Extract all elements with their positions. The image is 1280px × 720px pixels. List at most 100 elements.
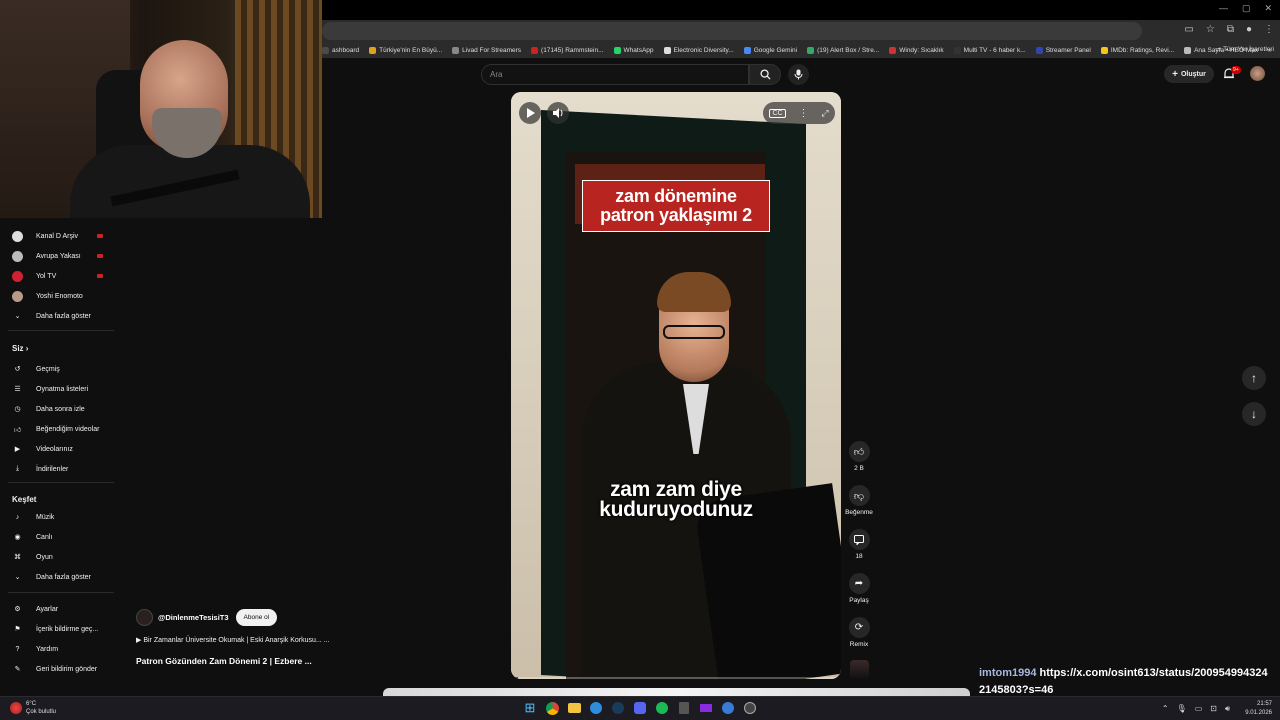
channel-avatar[interactable] [136,609,153,626]
bookmark-item[interactable]: Electronic Diversity... [663,46,734,54]
file-explorer-icon[interactable] [566,700,582,716]
sidebar-item[interactable]: Yol TV [0,267,118,285]
bookmark-item[interactable]: Google Gemini [743,46,797,54]
address-bar[interactable] [322,22,1142,40]
sidebar-item[interactable]: Yoshi Enomoto [0,287,118,305]
notification-badge: 9+ [1231,66,1241,74]
sidebar-item[interactable]: ⌄ Daha fazla göster [0,568,118,586]
display-icon[interactable]: ▭ [1195,704,1203,714]
sidebar-item[interactable]: ◷ Daha sonra izle [0,400,118,418]
sidebar-item[interactable]: ⚑ İçerik bildirme geç... [0,620,118,638]
sidebar-item[interactable]: ? Yardım [0,640,118,658]
bookmark-item[interactable]: Streamer Panel [1035,46,1091,54]
sidebar-item[interactable]: ☰ Oynatma listeleri [0,380,118,398]
bookmark-item[interactable]: Livad For Streamers [452,46,521,54]
bookmark-item[interactable]: (19) Alert Box / Stre... [807,46,879,54]
mute-button[interactable] [547,102,569,124]
subscribe-button[interactable]: Abone ol [235,609,278,626]
progress-bar[interactable] [511,677,841,679]
explore-section-heading[interactable]: Keşfet [12,495,36,504]
mic-icon[interactable]: 🎙︎ [1177,704,1187,714]
sidebar-item[interactable]: Avrupa Yakası [0,247,118,265]
search-button[interactable] [749,64,781,85]
steam-icon[interactable] [610,700,626,716]
search-input[interactable]: Ara [481,64,749,85]
bookmark-item[interactable]: Windy: Sıcaklık [889,46,944,54]
you-section-heading[interactable]: Siz › [12,344,28,353]
menu-icon[interactable]: ⋮ [1264,24,1274,35]
bookmark-item[interactable]: WhatsApp [613,46,654,54]
start-icon[interactable]: ⊞ [522,700,538,716]
bookmark-item[interactable]: IMDb: Ratings, Revi... [1100,46,1174,54]
weather-widget[interactable]: 6°C Çok bulutlu [10,700,56,716]
playlist-link[interactable]: ▶ Bir Zamanlar Üniversite Okumak | Eski … [136,636,330,644]
search-icon [759,69,771,80]
video-title[interactable]: Patron Gözünden Zam Dönemi 2 | Ezbere ..… [136,656,312,666]
app-icon[interactable] [720,700,736,716]
calculator-icon[interactable] [676,700,692,716]
sidebar-item[interactable]: Kanal D Arşiv [0,227,118,245]
app-icon[interactable] [742,700,758,716]
thumbs-up-icon: 👍︎ [853,446,865,458]
star-icon[interactable]: ☆ [1206,24,1215,35]
discord-icon[interactable] [632,700,648,716]
channel-avatar-icon [11,230,24,243]
edge-icon[interactable] [588,700,604,716]
sidebar-item[interactable]: ♪ Müzik [0,508,118,526]
close-button[interactable]: ✕ [1264,3,1272,14]
spotify-icon[interactable] [654,700,670,716]
minimize-button[interactable]: — [1219,3,1228,14]
captions-icon[interactable]: CC [769,108,786,118]
sound-thumbnail[interactable] [850,660,869,679]
sidebar-item[interactable]: ⤓ İndirilenler [0,460,118,478]
bookmark-item[interactable]: Multi TV - 6 haber k... [953,46,1026,54]
sidebar-item[interactable]: ⚙ Ayarlar [0,600,118,618]
more-options-icon[interactable]: ⋮ [798,108,808,119]
cast-icon[interactable]: ▭ [1184,24,1193,35]
flag-icon: ⚑ [14,626,21,633]
create-button[interactable]: + Oluştur [1164,65,1214,83]
sidebar-item[interactable]: 👍︎ Beğendiğim videolar [0,420,118,438]
sidebar-item[interactable]: ▶ Videolarınız [0,440,118,458]
sidebar-item[interactable]: ◉ Canlı [0,528,118,546]
previous-video-button[interactable]: ↑ [1242,366,1266,390]
create-label: Oluştur [1180,70,1206,78]
sidebar-item[interactable]: ↺ Geçmiş [0,360,118,378]
remix-button[interactable]: ⟳ Remix [844,617,874,648]
channel-avatar-icon [11,290,24,303]
comments-button[interactable]: 18 [844,529,874,560]
sidebar-item-label: Beğendiğim videolar [36,425,100,433]
network-icon[interactable]: ⊡ [1210,704,1217,714]
sidebar-item-label: Kanal D Arşiv [36,232,79,240]
bookmark-item[interactable]: Türkiye'nin En Büyü... [369,46,442,54]
sidebar-item[interactable]: ⌘ Oyun [0,548,118,566]
arrow-down-icon: ↓ [1251,407,1257,421]
clock[interactable]: 21:57 9.01.2026 [1245,700,1272,718]
fullscreen-icon[interactable]: ⤢ [821,108,828,119]
browser-toolbar: ▭ ☆ ⧉ ● ⋮ [322,20,1280,42]
sidebar-item[interactable]: ⌄ Daha fazla göster [0,307,118,325]
bookmark-item[interactable]: ashboard [322,46,359,54]
banner-line: patron yaklaşımı 2 [600,205,752,225]
chrome-icon[interactable] [544,700,560,716]
all-bookmarks-button[interactable]: ▭ Tüm Yer İşaretleri [1215,45,1274,53]
like-button[interactable]: 👍︎ 2 B [844,441,874,472]
channel-handle[interactable]: @DinlenmeTesisiT3 [158,613,229,622]
divider [8,330,114,331]
app-icon[interactable] [698,700,714,716]
next-video-button[interactable]: ↓ [1242,402,1266,426]
bookmark-item[interactable]: (17145) Rammstein... [531,46,604,54]
volume-icon[interactable]: 🔊︎ [1225,704,1230,714]
dislike-button[interactable]: 👎︎ Beğenme [844,485,874,516]
folder-icon: ▭ [1215,46,1224,53]
maximize-button[interactable]: ▢ [1242,3,1251,14]
extensions-icon[interactable]: ⧉ [1227,24,1234,35]
profile-icon[interactable]: ● [1246,24,1252,35]
share-button[interactable]: ➦ Paylaş [844,573,874,604]
avatar[interactable] [1250,66,1265,81]
voice-search-button[interactable] [788,64,809,85]
shorts-video-player[interactable]: zam dönemine patron yaklaşımı 2 zam zam … [511,92,841,679]
chevron-up-icon[interactable]: ⌃ [1162,704,1169,714]
sidebar-item[interactable]: ✎ Geri bildirim gönder [0,660,118,678]
play-button[interactable] [519,102,541,124]
